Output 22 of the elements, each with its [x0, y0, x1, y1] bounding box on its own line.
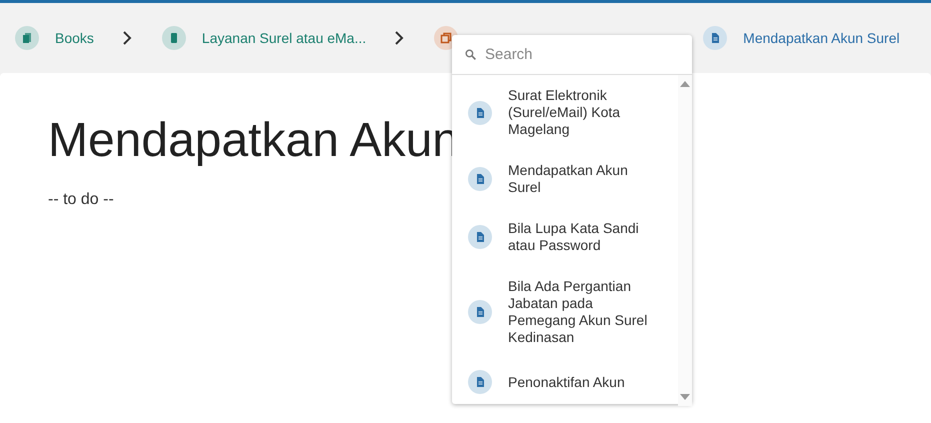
breadcrumb-link[interactable]: Layanan Surel atau eMa... — [162, 26, 366, 50]
page-icon — [468, 167, 492, 191]
dropdown-item[interactable]: Bila Lupa Kata Sandi atau Password — [452, 208, 678, 266]
page-icon — [468, 225, 492, 249]
page-icon — [703, 26, 728, 50]
chevron-icon — [122, 31, 132, 45]
dropdown-item[interactable]: Surat Elektronik (Surel/eMail) Kota Magelang — [452, 75, 678, 150]
dropdown-item[interactable]: Mendapatkan Akun Surel — [452, 150, 678, 208]
book-icon — [15, 26, 39, 50]
page-icon — [468, 370, 492, 394]
book-icon — [162, 26, 186, 50]
scroll-down-icon[interactable] — [680, 394, 690, 400]
page-icon — [468, 300, 492, 324]
chevron-icon — [394, 31, 404, 45]
dropdown-item[interactable]: Bila Ada Pergantian Jabatan pada Pemegang Akun Surel Kedinasan — [452, 266, 678, 358]
breadcrumb-link[interactable]: Books — [15, 26, 94, 50]
dropdown-item[interactable]: Penonaktifan Akun — [452, 358, 678, 406]
breadcrumb-link[interactable]: Mendapatkan Akun Surel — [703, 26, 900, 50]
scroll-up-icon[interactable] — [680, 81, 690, 87]
page-body: -- to do -- — [48, 191, 115, 209]
page-icon — [468, 100, 492, 124]
search-icon — [464, 48, 477, 61]
